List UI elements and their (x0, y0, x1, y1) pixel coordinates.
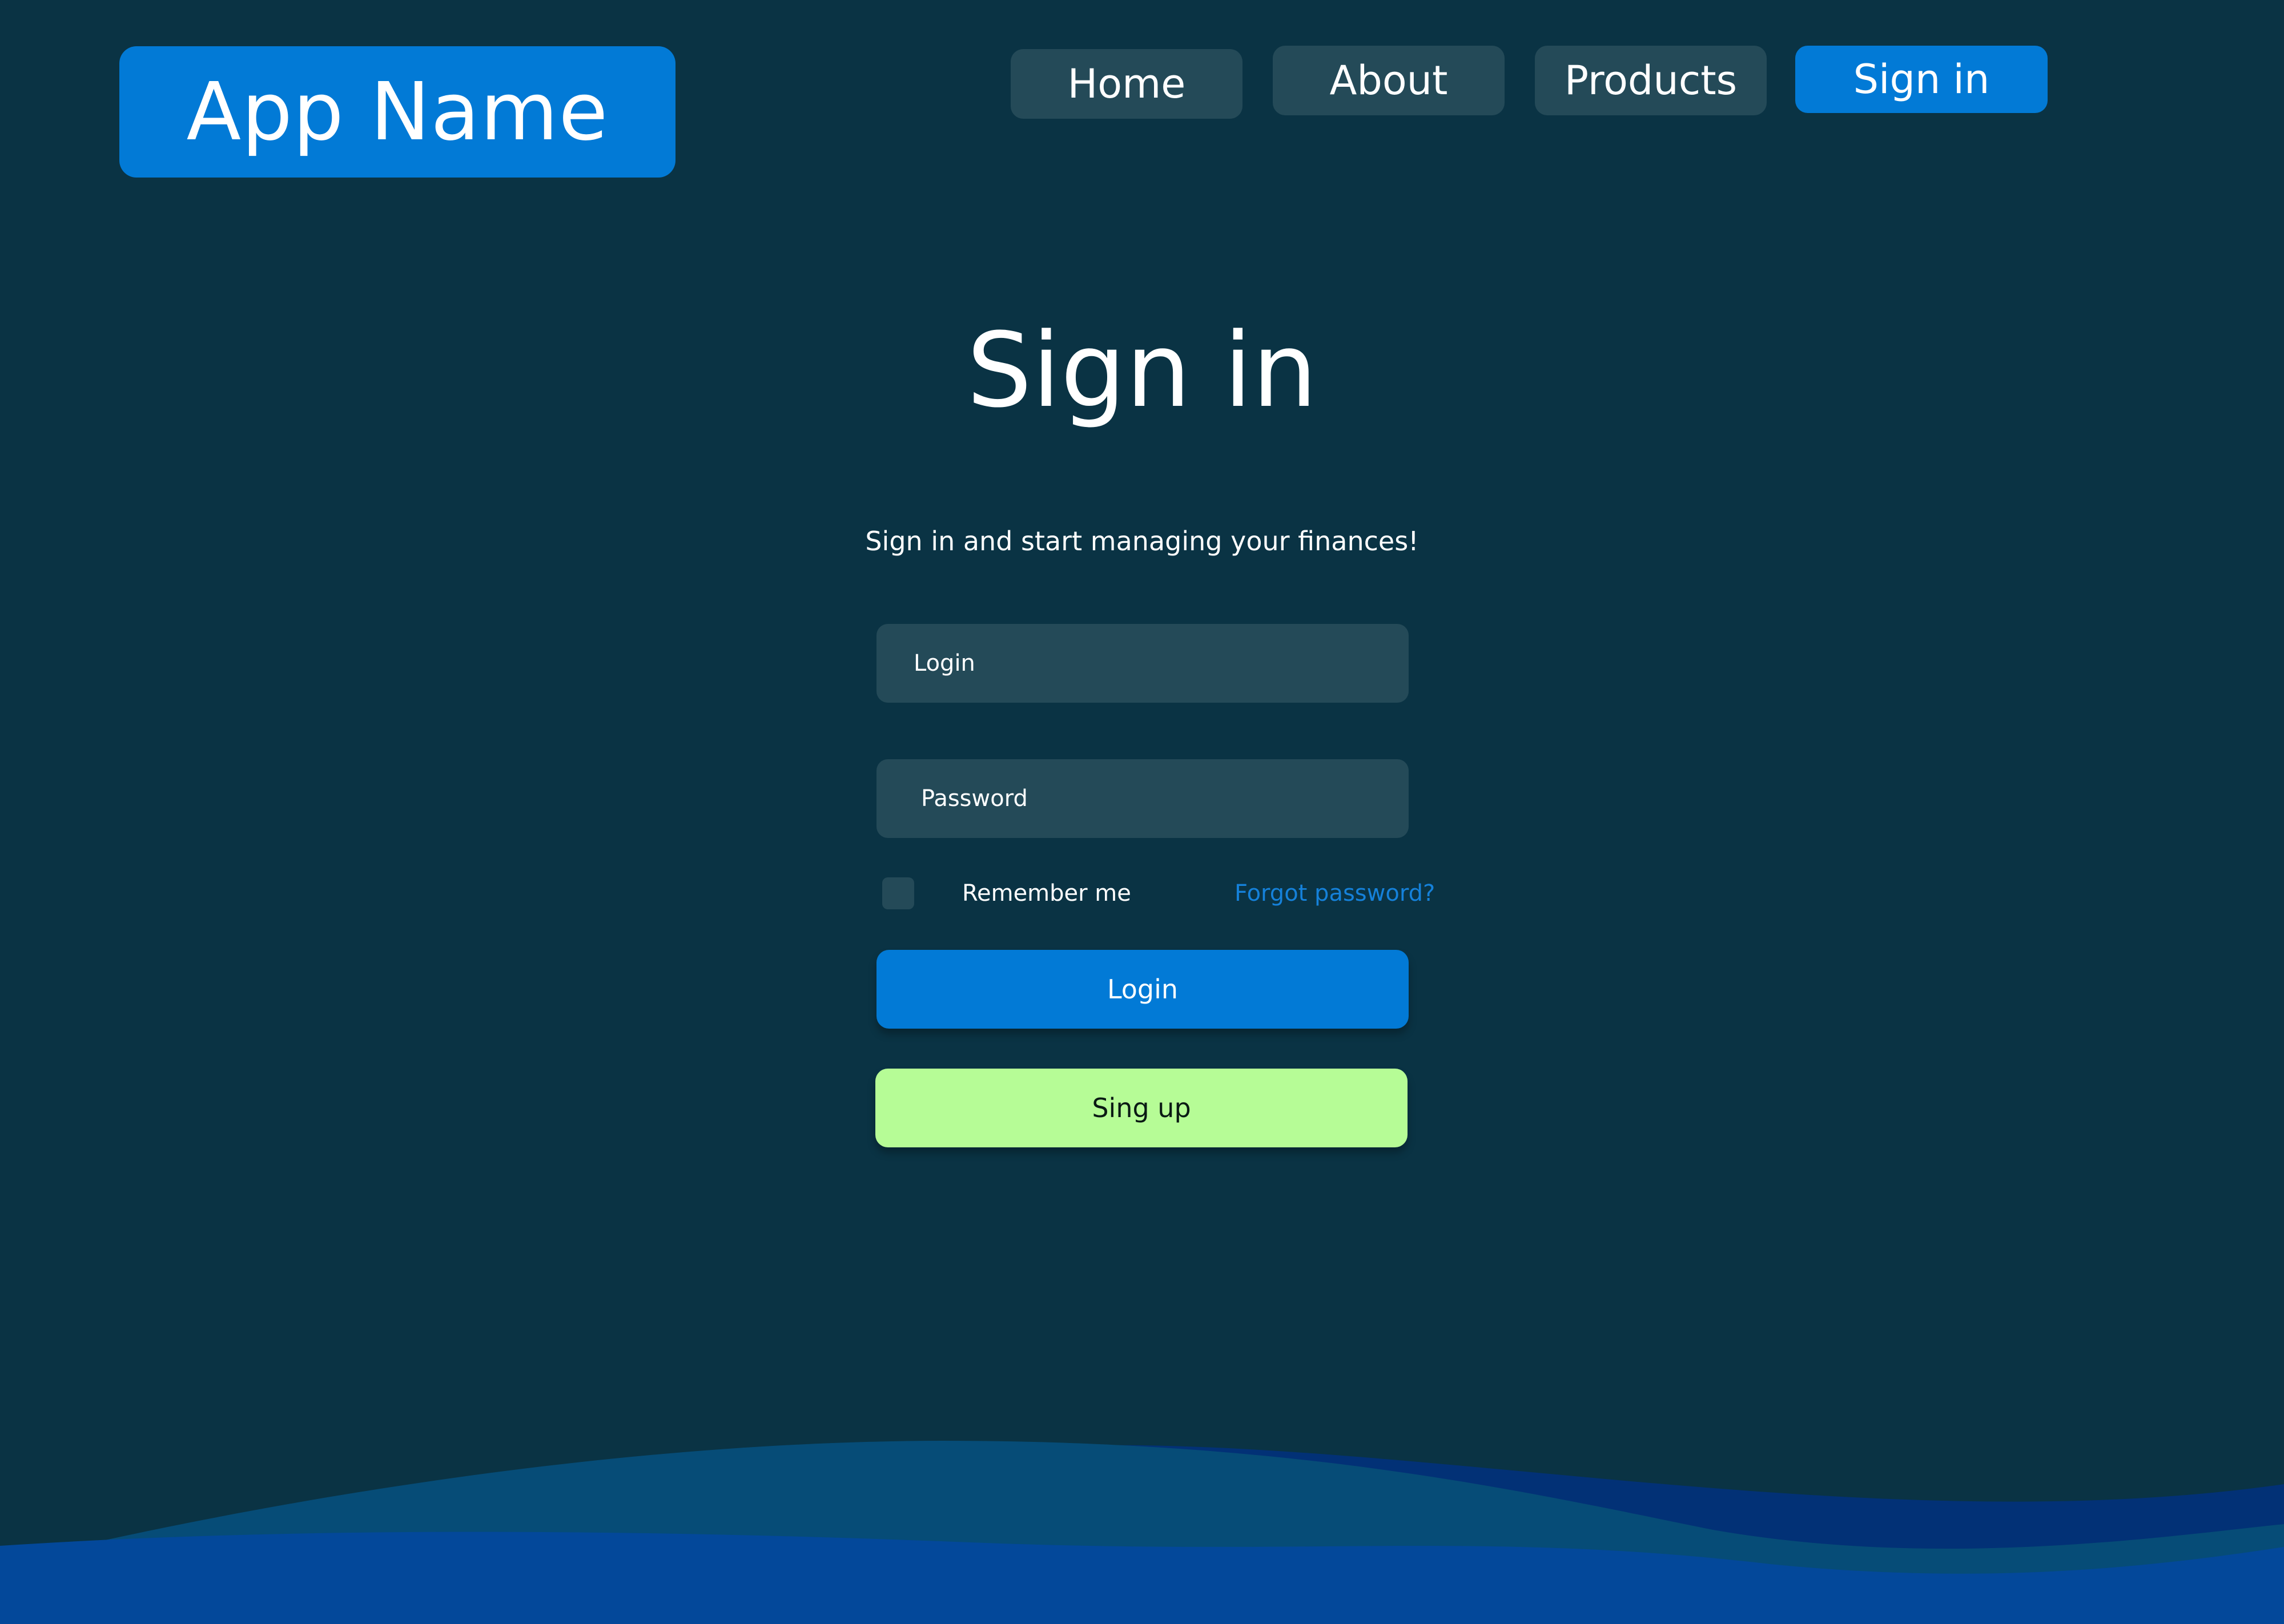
login-field[interactable]: Login (876, 624, 1409, 703)
page-title: Sign in (967, 311, 1317, 430)
password-field-placeholder: Password (921, 785, 1028, 812)
remember-me-checkbox[interactable] (882, 877, 914, 909)
login-button[interactable]: Login (876, 950, 1409, 1029)
forgot-password-link[interactable]: Forgot password? (1235, 876, 1435, 910)
nav-sign-in-button[interactable]: Sign in (1795, 46, 2048, 113)
signup-button[interactable]: Sing up (875, 1069, 1408, 1147)
decorative-waves (0, 1441, 2284, 1624)
page-subtitle: Sign in and start managing your finances… (865, 526, 1419, 557)
password-field[interactable]: Password (876, 759, 1409, 838)
nav-home-button[interactable]: Home (1011, 49, 1242, 119)
nav-about-button[interactable]: About (1273, 46, 1505, 115)
remember-me-label: Remember me (962, 880, 1131, 906)
login-field-placeholder: Login (914, 650, 975, 676)
nav-products-button[interactable]: Products (1535, 46, 1767, 115)
app-logo[interactable]: App Name (119, 46, 675, 178)
sign-in-page: App Name Home About Products Sign in Sig… (0, 0, 2284, 1624)
